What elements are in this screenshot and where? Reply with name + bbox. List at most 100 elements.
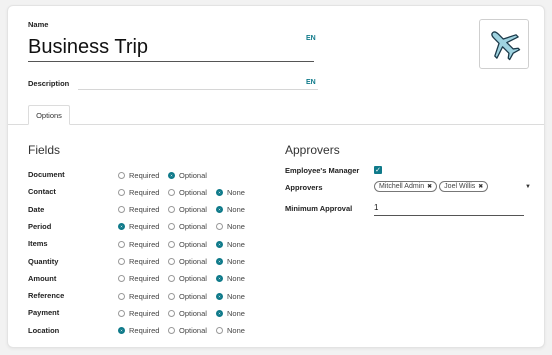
radio-button[interactable] xyxy=(168,258,175,265)
avatar[interactable] xyxy=(479,19,529,69)
description-input[interactable] xyxy=(78,89,318,90)
radio-button[interactable] xyxy=(216,292,223,300)
radio-label: Optional xyxy=(179,257,207,266)
radio-optional[interactable]: Optional xyxy=(168,325,207,337)
radio-button[interactable] xyxy=(168,292,175,300)
radio-button[interactable] xyxy=(216,240,223,248)
radio-optional[interactable]: Optional xyxy=(168,169,207,181)
radio-optional[interactable]: Optional xyxy=(168,221,207,233)
radio-required[interactable]: Required xyxy=(118,256,159,268)
field-label: Document xyxy=(28,170,65,179)
radio-button[interactable] xyxy=(168,240,175,248)
tab-bar xyxy=(8,124,544,125)
field-label: Reference xyxy=(28,291,65,301)
radio-none[interactable]: None xyxy=(216,325,245,337)
approver-tag[interactable]: Mitchell Admin ✖ xyxy=(374,181,438,192)
name-label: Name xyxy=(28,20,49,29)
radio-button[interactable] xyxy=(168,223,175,231)
radio-none[interactable]: None xyxy=(216,221,245,233)
radio-label: Optional xyxy=(179,222,207,232)
radio-button[interactable] xyxy=(168,327,175,335)
radio-label: Required xyxy=(129,291,160,301)
chevron-down-icon[interactable]: ▼ xyxy=(525,184,531,190)
radio-button[interactable] xyxy=(118,309,125,317)
radio-optional[interactable]: Optional xyxy=(168,186,207,198)
radio-required[interactable]: Required xyxy=(118,238,159,250)
radio-none[interactable]: None xyxy=(216,307,245,319)
radio-optional[interactable]: Optional xyxy=(168,204,207,216)
radio-label: None xyxy=(227,308,245,318)
employees-manager-label: Employee's Manager xyxy=(285,166,360,175)
radio-label: None xyxy=(227,326,245,336)
radio-button[interactable] xyxy=(168,171,175,179)
radio-button[interactable] xyxy=(118,171,125,179)
airplane-icon xyxy=(491,31,521,61)
description-lang-button[interactable]: EN xyxy=(306,79,316,86)
radio-optional[interactable]: Optional xyxy=(168,290,207,302)
minimum-approval-label: Minimum Approval xyxy=(285,204,353,213)
remove-tag-icon[interactable]: ✖ xyxy=(478,183,483,190)
radio-button[interactable] xyxy=(216,206,223,214)
tab-options-label: Options xyxy=(36,110,62,120)
radio-button[interactable] xyxy=(168,188,175,196)
radio-required[interactable]: Required xyxy=(118,307,159,319)
radio-none[interactable]: None xyxy=(216,273,245,285)
radio-button[interactable] xyxy=(216,188,223,196)
radio-button[interactable] xyxy=(168,309,175,317)
radio-required[interactable]: Required xyxy=(118,186,159,198)
radio-button[interactable] xyxy=(118,327,125,335)
radio-button[interactable] xyxy=(118,188,125,196)
field-label: Contact xyxy=(28,187,56,197)
radio-button[interactable] xyxy=(118,258,125,265)
radio-none[interactable]: None xyxy=(216,238,245,250)
radio-required[interactable]: Required xyxy=(118,221,159,233)
radio-button[interactable] xyxy=(216,258,223,265)
radio-optional[interactable]: Optional xyxy=(168,307,207,319)
radio-required[interactable]: Required xyxy=(118,204,159,216)
name-input[interactable]: Business Trip xyxy=(28,36,148,59)
approvers-tags-field[interactable]: Mitchell Admin ✖ Joel Willis ✖ xyxy=(374,181,489,192)
radio-label: None xyxy=(227,257,245,266)
minimum-approval-input[interactable]: 1 xyxy=(374,203,378,212)
radio-button[interactable] xyxy=(216,309,223,317)
radio-none[interactable]: None xyxy=(216,186,245,198)
radio-button[interactable] xyxy=(118,223,125,231)
radio-label: Optional xyxy=(179,205,207,215)
description-label: Description xyxy=(28,79,70,88)
radio-required[interactable]: Required xyxy=(118,325,159,337)
field-row: Date Required Optional None xyxy=(28,204,268,216)
radio-none[interactable]: None xyxy=(216,290,245,302)
field-label: Period xyxy=(28,221,52,231)
radio-button[interactable] xyxy=(216,327,223,335)
radio-label: Required xyxy=(129,187,160,197)
radio-button[interactable] xyxy=(168,206,175,214)
field-row: Quantity Required Optional None xyxy=(28,256,268,268)
radio-required[interactable]: Required xyxy=(118,169,159,181)
radio-button[interactable] xyxy=(118,292,125,300)
field-row: Location Required Optional None xyxy=(28,325,268,337)
radio-button[interactable] xyxy=(216,223,223,231)
remove-tag-icon[interactable]: ✖ xyxy=(427,183,432,190)
radio-none[interactable]: None xyxy=(216,256,245,268)
radio-button[interactable] xyxy=(118,275,125,283)
radio-label: Required xyxy=(129,239,160,249)
radio-label: Required xyxy=(129,222,160,232)
radio-button[interactable] xyxy=(118,206,125,214)
radio-required[interactable]: Required xyxy=(118,290,159,302)
radio-required[interactable]: Required xyxy=(118,273,159,285)
approver-tag[interactable]: Joel Willis ✖ xyxy=(439,181,489,192)
radio-optional[interactable]: Optional xyxy=(168,238,207,250)
tab-options[interactable]: Options xyxy=(28,105,70,125)
name-lang-button[interactable]: EN xyxy=(306,35,316,42)
radio-none[interactable]: None xyxy=(216,204,245,216)
field-label: Date xyxy=(28,204,45,214)
radio-optional[interactable]: Optional xyxy=(168,273,207,285)
radio-label: None xyxy=(227,187,245,197)
radio-button[interactable] xyxy=(216,275,223,283)
employees-manager-checkbox[interactable]: ✓ xyxy=(374,166,382,174)
radio-label: Optional xyxy=(179,239,207,249)
radio-optional[interactable]: Optional xyxy=(168,256,207,268)
radio-button[interactable] xyxy=(168,275,175,283)
radio-button[interactable] xyxy=(118,240,125,248)
field-label: Quantity xyxy=(28,256,59,266)
